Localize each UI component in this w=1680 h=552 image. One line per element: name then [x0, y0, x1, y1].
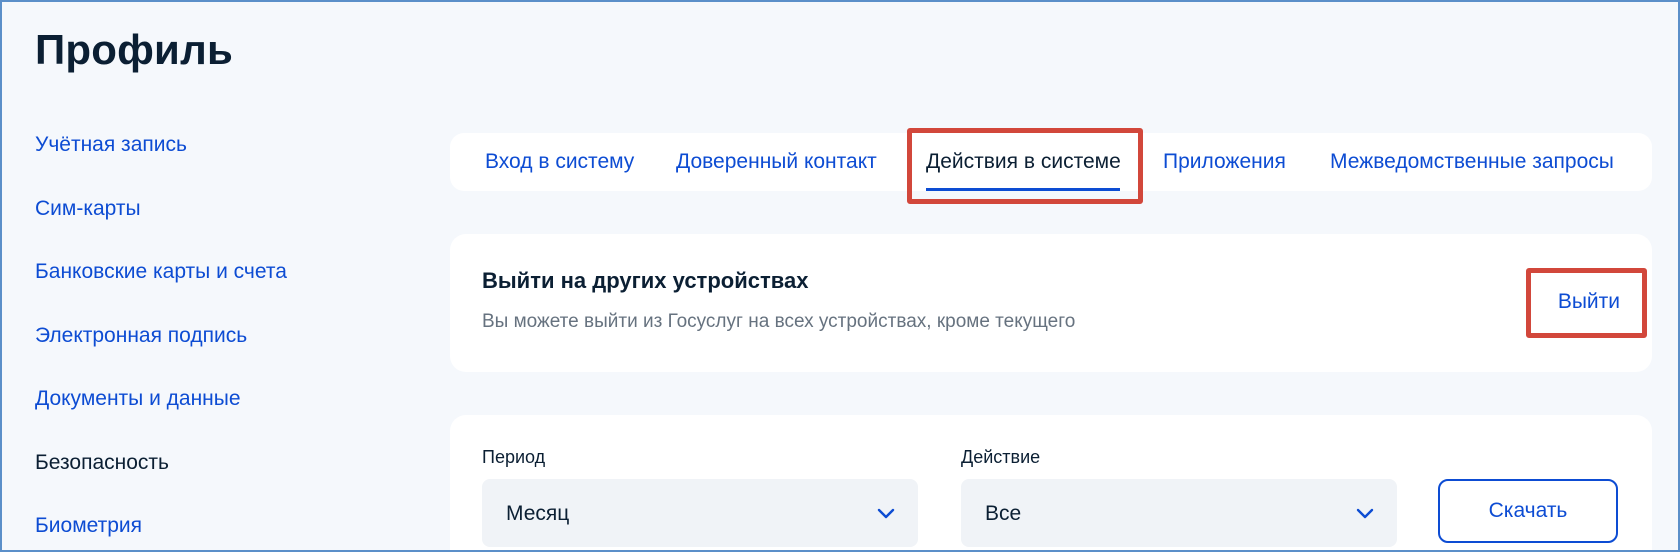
sidebar-item-bank-cards[interactable]: Банковские карты и счета — [35, 260, 415, 324]
sidebar-item-biometrics[interactable]: Биометрия — [35, 514, 415, 550]
download-button[interactable]: Скачать — [1438, 479, 1618, 543]
sidebar-item-sim-cards[interactable]: Сим-карты — [35, 197, 415, 261]
filters-card: Период Месяц Действие Все Скачать — [450, 415, 1652, 550]
logout-button[interactable]: Выйти — [1558, 290, 1620, 314]
logout-devices-card: Выйти на других устройствах Вы можете вы… — [450, 234, 1652, 372]
period-select[interactable]: Месяц — [482, 479, 918, 547]
tab-trusted-contact[interactable]: Доверенный контакт — [676, 133, 877, 191]
sidebar-item-security[interactable]: Безопасность — [35, 451, 415, 515]
period-label: Период — [482, 447, 546, 467]
active-tab-indicator — [926, 188, 1120, 191]
chevron-down-icon — [877, 508, 895, 519]
action-select-value: Все — [985, 502, 1022, 525]
period-select-value: Месяц — [506, 502, 570, 525]
action-select[interactable]: Все — [961, 479, 1397, 547]
chevron-down-icon — [1356, 508, 1374, 519]
logout-card-title: Выйти на других устройствах — [482, 268, 809, 293]
sidebar-item-documents[interactable]: Документы и данные — [35, 387, 415, 451]
sidebar-item-e-signature[interactable]: Электронная подпись — [35, 324, 415, 388]
tab-interagency-requests[interactable]: Межведомственные запросы — [1330, 133, 1614, 191]
tab-login[interactable]: Вход в систему — [485, 133, 634, 191]
action-label: Действие — [961, 447, 1041, 467]
tab-applications[interactable]: Приложения — [1163, 133, 1286, 191]
tabs-bar: Вход в систему Доверенный контакт Действ… — [450, 133, 1652, 191]
logout-card-description: Вы можете выйти из Госуслуг на всех устр… — [482, 311, 1076, 332]
tab-system-actions[interactable]: Действия в системе — [926, 133, 1121, 191]
profile-page: Профиль Учётная запись Сим-карты Банковс… — [0, 0, 1680, 552]
sidebar: Учётная запись Сим-карты Банковские карт… — [35, 133, 415, 550]
sidebar-item-account[interactable]: Учётная запись — [35, 133, 415, 197]
page-title: Профиль — [35, 26, 233, 73]
